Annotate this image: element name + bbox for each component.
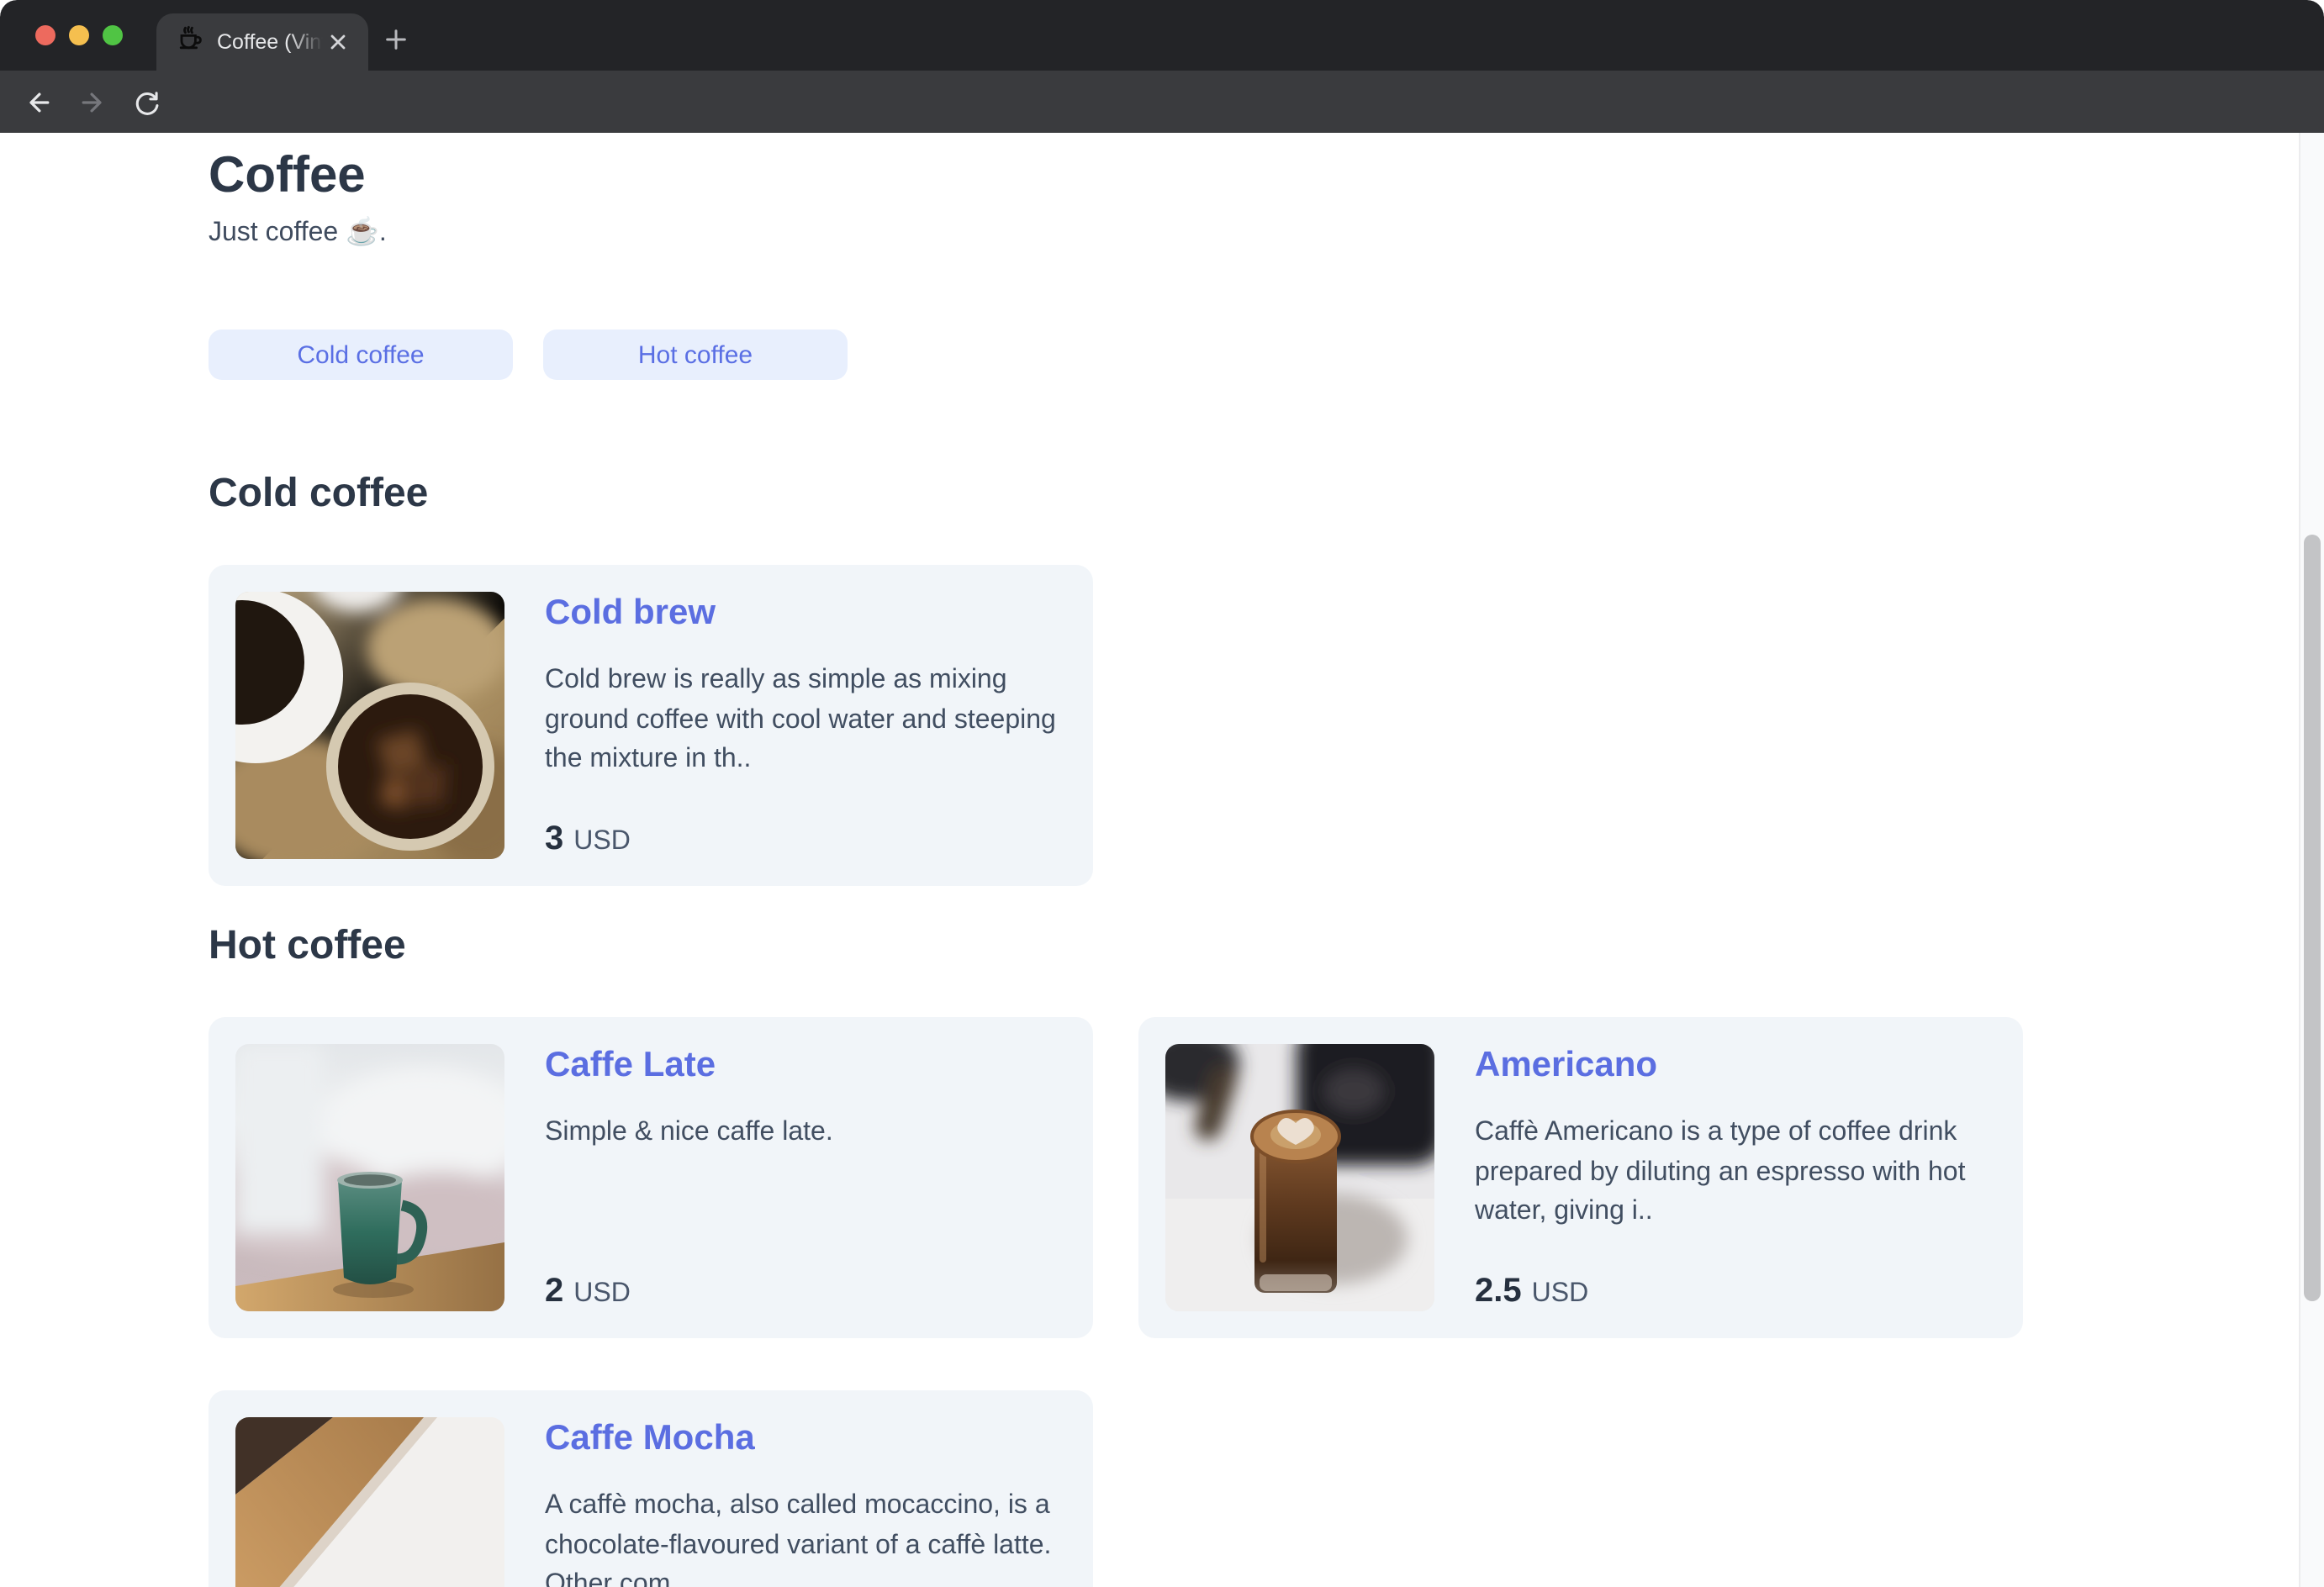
hot-coffee-button[interactable]: Hot coffee (543, 330, 848, 380)
product-info: Caffe Mocha A caffè mocha, also called m… (545, 1417, 1066, 1587)
americano-photo[interactable] (1165, 1044, 1434, 1311)
scrollbar-track[interactable] (2299, 133, 2324, 1587)
product-card-americano: Americano Caffè Americano is a type of c… (1138, 1017, 2023, 1338)
price-currency: USD (1531, 1279, 1589, 1308)
section-heading-hot-coffee: Hot coffee (209, 923, 406, 968)
product-info: Caffe Late Simple & nice caffe late. 2 U… (545, 1044, 1066, 1311)
product-link-cold-brew[interactable]: Cold brew (545, 592, 716, 635)
reload-icon[interactable] (124, 81, 168, 124)
americano-photo-image (1165, 1044, 1434, 1311)
page-content: Coffee Just coffee ☕. Cold coffee Hot co… (0, 133, 2324, 1587)
product-link-americano[interactable]: Americano (1475, 1044, 1657, 1088)
hot-coffee-grid: Caffe Late Simple & nice caffe late. 2 U… (209, 1017, 2023, 1587)
content-container: Coffee Just coffee ☕. Cold coffee Hot co… (209, 146, 2023, 1587)
product-description: Cold brew is really as simple as mixing … (545, 666, 1056, 773)
plus-icon[interactable] (378, 22, 412, 55)
browser-tab[interactable]: Coffee (Vintage Machine) - Eas (156, 13, 368, 71)
cold-coffee-grid: Cold brew Cold brew is really as simple … (209, 565, 2023, 886)
price-currency: USD (573, 1279, 631, 1308)
close-window-button[interactable] (35, 25, 55, 45)
product-price: 2.5 USD (1475, 1273, 1996, 1311)
product-description: Caffè Americano is a type of coffee drin… (1475, 1118, 1966, 1226)
price-currency: USD (573, 827, 631, 856)
price-value: 2 (545, 1273, 564, 1310)
cold-brew-photo-image (235, 592, 504, 859)
browser-window: Coffee (Vintage Machine) - Eas (0, 0, 2324, 1587)
back-arrow-icon[interactable] (17, 81, 61, 124)
product-card-caffe-late: Caffe Late Simple & nice caffe late. 2 U… (209, 1017, 1093, 1338)
caffe-mocha-photo-image (235, 1417, 504, 1587)
price-value: 3 (545, 820, 564, 857)
page-subtitle: Just coffee ☕. (209, 219, 387, 247)
product-description: Simple & nice caffe late. (545, 1118, 833, 1147)
product-card-cold-brew: Cold brew Cold brew is really as simple … (209, 565, 1093, 886)
caffe-mocha-photo[interactable] (235, 1417, 504, 1587)
product-link-caffe-mocha[interactable]: Caffe Mocha (545, 1417, 755, 1461)
browser-toolbar (0, 71, 2324, 192)
minimize-window-button[interactable] (69, 25, 89, 45)
coffee-cup-icon (177, 24, 203, 60)
caffe-late-photo-image (235, 1044, 504, 1311)
price-value: 2.5 (1475, 1273, 1522, 1310)
product-card-caffe-mocha: Caffe Mocha A caffè mocha, also called m… (209, 1390, 1093, 1587)
caffe-late-photo[interactable] (235, 1044, 504, 1311)
filter-buttons: Cold coffee Hot coffee (209, 330, 2023, 380)
zoom-window-button[interactable] (103, 25, 123, 45)
product-price: 2 USD (545, 1273, 1066, 1311)
cold-coffee-button[interactable]: Cold coffee (209, 330, 513, 380)
page-title: Coffee (209, 148, 366, 203)
product-info: Cold brew Cold brew is really as simple … (545, 592, 1066, 859)
product-link-caffe-late[interactable]: Caffe Late (545, 1044, 716, 1088)
tab-strip: Coffee (Vintage Machine) - Eas (0, 0, 2324, 71)
tab-title: Coffee (Vintage Machine) - Eas (217, 30, 323, 54)
forward-arrow-icon[interactable] (71, 81, 114, 124)
product-description: A caffè mocha, also called mocaccino, is… (545, 1491, 1052, 1587)
cold-brew-photo[interactable] (235, 592, 504, 859)
close-icon[interactable] (325, 29, 351, 55)
traffic-lights (35, 25, 123, 45)
section-heading-cold-coffee: Cold coffee (209, 471, 429, 516)
product-info: Americano Caffè Americano is a type of c… (1475, 1044, 1996, 1311)
scrollbar-thumb[interactable] (2304, 535, 2321, 1301)
product-price: 3 USD (545, 820, 1066, 859)
